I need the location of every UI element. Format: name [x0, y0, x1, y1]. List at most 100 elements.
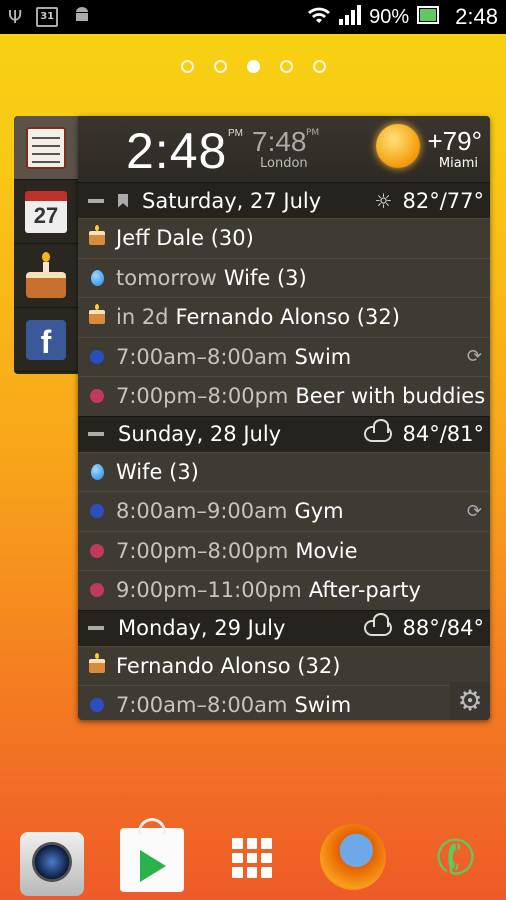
sun-icon: [376, 124, 420, 168]
day-header[interactable]: Saturday, 27 July ☼ 82°/77°: [78, 182, 490, 218]
event-title: Fernando Alonso (32): [175, 305, 400, 330]
page-dot-active[interactable]: [246, 60, 260, 73]
agenda-event[interactable]: Jeff Dale (30): [78, 218, 490, 258]
birthday-cake-icon: [88, 652, 106, 673]
event-title: Swim: [294, 693, 352, 718]
day-label: Saturday, 27 July: [142, 188, 322, 213]
battery-icon: [417, 6, 441, 28]
app-drawer-icon[interactable]: [232, 838, 272, 878]
widget-side-tabs: 27 f: [14, 116, 78, 374]
calendar-color-dot-icon: [88, 389, 106, 404]
clock-time: 2:48: [126, 123, 228, 179]
calendar-color-dot-icon: [88, 504, 106, 519]
camera-icon[interactable]: [20, 832, 84, 896]
status-bar: Ψ 31 90% 2:48: [0, 0, 506, 34]
event-time: 7:00pm–8:00pm: [116, 384, 289, 409]
bookmark-icon: [118, 193, 128, 208]
event-title: Jeff Dale (30): [116, 226, 254, 251]
event-title: Fernando Alonso (32): [116, 653, 341, 678]
battery-percent: 90%: [369, 5, 410, 28]
event-time: 7:00pm–8:00pm: [116, 538, 289, 563]
event-time: tomorrow: [116, 265, 217, 290]
agenda-event[interactable]: tomorrow Wife (3): [78, 257, 490, 298]
birthday-cake-icon: [88, 304, 106, 325]
page-dot[interactable]: [213, 60, 227, 73]
day-temperature: 82°/77°: [402, 188, 484, 213]
event-time: 7:00am–8:00am: [116, 344, 288, 369]
calendar-color-dot-icon: [88, 583, 106, 598]
event-title: After-party: [308, 578, 421, 603]
sun-icon: ☼: [374, 188, 393, 213]
day-label: Monday, 29 July: [118, 616, 286, 640]
calendar-icon: 27: [25, 190, 67, 233]
day-weather: ☼ 82°/77°: [375, 189, 484, 213]
page-dot[interactable]: [312, 60, 326, 73]
phone-icon[interactable]: ✆: [420, 822, 492, 894]
agenda-event[interactable]: 7:00am–8:00am Swim ⟳: [78, 336, 490, 377]
calendar-color-dot-icon: [88, 349, 106, 364]
balloon-icon: [88, 269, 106, 286]
page-dot[interactable]: [180, 60, 194, 73]
day-weather: 84°/81°: [364, 419, 484, 446]
day-label: Sunday, 28 July: [118, 422, 282, 446]
agenda-event[interactable]: 8:00am–9:00am Gym ⟳: [78, 491, 490, 531]
day-weather: 88°/84°: [364, 613, 484, 640]
tab-facebook[interactable]: f: [14, 308, 78, 372]
collapse-dash-icon: [88, 432, 104, 436]
wifi-icon: [307, 5, 331, 29]
agenda-event[interactable]: Fernando Alonso (32): [78, 645, 490, 686]
agenda-event[interactable]: 7:00am–8:00am Swim: [78, 685, 490, 720]
facebook-icon: f: [26, 319, 66, 360]
play-store-icon[interactable]: [120, 818, 184, 892]
tab-agenda[interactable]: [14, 116, 78, 180]
calendar-widget: 2:48 PM 7:48 PM London +79° Miami Saturd…: [78, 116, 490, 720]
event-time: in 2d: [116, 305, 169, 330]
collapse-dash-icon: [88, 626, 104, 630]
day-temperature: 88°/84°: [402, 616, 484, 640]
status-time: 2:48: [455, 4, 498, 29]
event-time: 8:00am–9:00am: [116, 499, 288, 524]
page-indicator: [0, 60, 506, 73]
page-dot[interactable]: [279, 60, 293, 73]
calendar-color-dot-icon: [88, 543, 106, 558]
event-title: Beer with buddies: [295, 384, 486, 409]
calendar-color-dot-icon: [88, 698, 106, 713]
event-title: Wife (3): [116, 459, 199, 484]
second-clock-city: London: [260, 156, 308, 171]
tab-birthdays[interactable]: [14, 244, 78, 308]
birthday-cake-icon: [88, 225, 106, 246]
current-temperature: +79°: [427, 126, 482, 156]
second-clock-ampm: PM: [306, 128, 320, 138]
agenda-event[interactable]: 7:00pm–8:00pm Beer with buddies: [78, 376, 490, 416]
birthday-cake-icon: [26, 251, 66, 298]
agenda-icon: [26, 126, 66, 169]
cloud-icon: [364, 419, 393, 442]
agenda-event[interactable]: Wife (3): [78, 451, 490, 492]
widget-header[interactable]: 2:48 PM 7:48 PM London +79° Miami: [78, 116, 490, 182]
cloud-icon: [364, 613, 393, 636]
calendar-notification-icon: 31: [36, 7, 59, 27]
firefox-icon[interactable]: [320, 824, 386, 890]
clock-ampm: PM: [228, 128, 243, 139]
android-icon: [72, 5, 92, 30]
day-header[interactable]: Monday, 29 July 88°/84°: [78, 609, 490, 646]
collapse-dash-icon: [88, 198, 104, 203]
agenda-list[interactable]: Saturday, 27 July ☼ 82°/77° Jeff Dale (30) t…: [78, 182, 490, 720]
event-title: Movie: [295, 538, 358, 563]
balloon-icon: [88, 463, 106, 480]
repeat-icon: ⟳: [466, 346, 482, 368]
agenda-event[interactable]: 9:00pm–11:00pm After-party: [78, 570, 490, 610]
day-header[interactable]: Sunday, 28 July 84°/81°: [78, 415, 490, 452]
tab-calendar[interactable]: 27: [14, 180, 78, 244]
event-title: Wife (3): [223, 265, 307, 290]
agenda-event[interactable]: in 2d Fernando Alonso (32): [78, 297, 490, 337]
agenda-event[interactable]: 7:00pm–8:00pm Movie: [78, 530, 490, 571]
event-time: 9:00pm–11:00pm: [116, 578, 302, 603]
day-temperature: 84°/81°: [402, 422, 484, 446]
second-clock-time: 7:48: [252, 126, 307, 157]
event-title: Swim: [294, 344, 352, 369]
settings-gear-icon[interactable]: ⚙: [450, 682, 490, 720]
usb-icon: Ψ: [8, 6, 23, 28]
home-dock: ✆: [0, 818, 506, 900]
event-time: 7:00am–8:00am: [116, 693, 288, 718]
